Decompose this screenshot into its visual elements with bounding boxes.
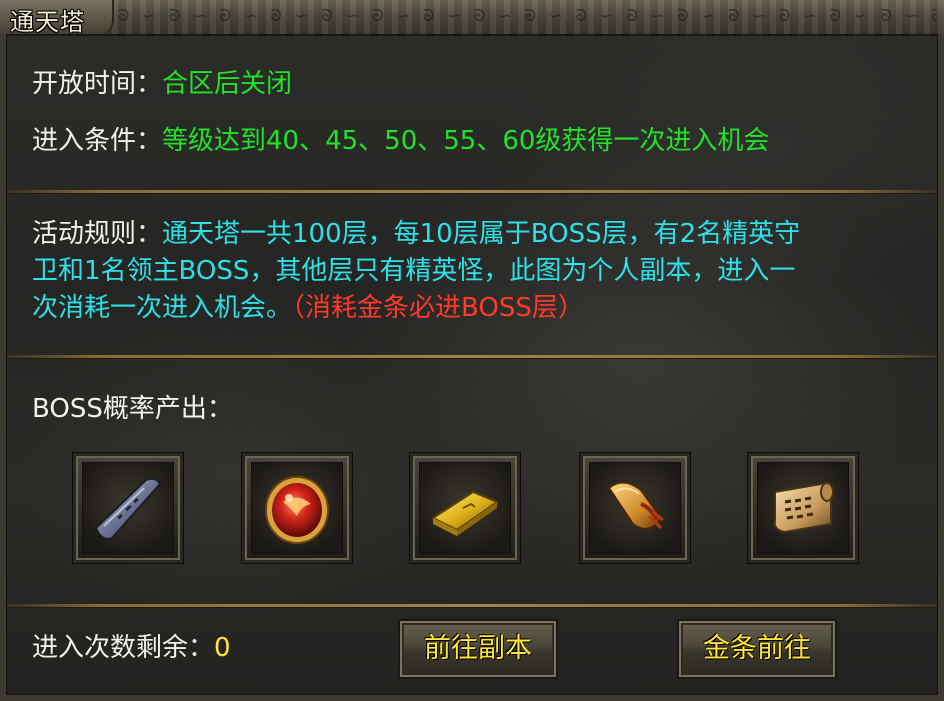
divider-bottom <box>6 604 938 607</box>
parchment-scroll-icon <box>773 482 834 534</box>
title-bar[interactable]: 通天塔 ᘐ ∽ ᘐ ∽ ᘐ ∽ ᘐ ∽ ᘐ ∽ ᘐ ∽ ᘐ ∽ ᘐ ∽ ᘐ ∽ … <box>0 0 944 36</box>
entry-condition-label: 进入条件： <box>32 126 163 156</box>
rules-label: 活动规则： <box>32 219 163 249</box>
remaining-entries-label: 进入次数剩余： <box>32 633 215 663</box>
remaining-entries-value: 0 <box>214 633 231 663</box>
remaining-entries-row: 进入次数剩余：0 <box>32 630 231 667</box>
open-time-value: 合区后关闭 <box>162 69 293 99</box>
drop-slot-5[interactable] <box>748 453 858 563</box>
rules-line-2: 卫和1名领主BOSS，其他层只有精英怪，此图为个人副本，进入一 <box>32 256 796 286</box>
go-dungeon-button[interactable]: 前往副本 <box>398 619 558 679</box>
rules-line-1: 通天塔一共100层，每10层属于BOSS层，有2名精英守 <box>162 219 801 249</box>
open-time-row: 开放时间：合区后关闭 <box>32 66 292 103</box>
rules-warning: （消耗金条必进BOSS层） <box>292 293 584 323</box>
title-ornament: ᘐ ∽ ᘐ ∽ ᘐ ∽ ᘐ ∽ ᘐ ∽ ᘐ ∽ ᘐ ∽ ᘐ ∽ ᘐ ∽ ᘐ ∽ … <box>118 6 936 25</box>
red-gem-icon <box>265 476 329 544</box>
entry-condition-value: 等级达到40、45、50、55、60级获得一次进入机会 <box>162 126 770 156</box>
divider-middle <box>6 355 938 358</box>
activity-rules: 活动规则：通天塔一共100层，每10层属于BOSS层，有2名精英守 卫和1名领主… <box>32 216 922 327</box>
entry-condition-row: 进入条件：等级达到40、45、50、55、60级获得一次进入机会 <box>32 123 769 160</box>
tower-panel: 通天塔 ᘐ ∽ ᘐ ∽ ᘐ ∽ ᘐ ∽ ᘐ ∽ ᘐ ∽ ᘐ ∽ ᘐ ∽ ᘐ ∽ … <box>0 0 944 701</box>
drop-slot-4[interactable] <box>580 453 690 563</box>
iron-scroll-icon <box>94 477 162 540</box>
rolled-scroll-icon <box>607 481 664 530</box>
gold-bar-icon <box>430 490 500 536</box>
window-title: 通天塔 <box>10 8 85 36</box>
drop-slot-1[interactable] <box>73 453 183 563</box>
drop-slot-3[interactable] <box>410 453 520 563</box>
title-plate: 通天塔 <box>0 0 114 36</box>
divider-top <box>6 190 938 193</box>
gold-go-button[interactable]: 金条前往 <box>677 619 837 679</box>
open-time-label: 开放时间： <box>32 69 163 99</box>
boss-drops-label: BOSS概率产出： <box>32 394 233 424</box>
drop-slot-2[interactable] <box>242 453 352 563</box>
rules-line-3: 次消耗一次进入机会。 <box>32 293 293 323</box>
